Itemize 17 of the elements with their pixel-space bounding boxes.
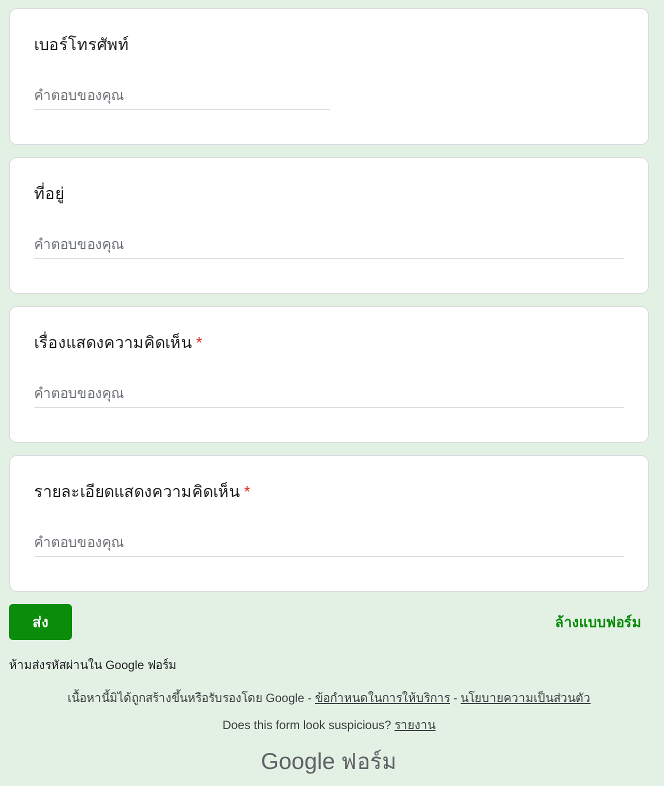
forms-logo[interactable]: Google ฟอร์ม xyxy=(260,744,398,779)
answer-field[interactable]: คำตอบของคุณ xyxy=(34,385,624,408)
answer-field[interactable]: คำตอบของคุณ xyxy=(34,236,624,259)
submit-button[interactable]: ส่ง xyxy=(9,604,72,640)
footer-link[interactable]: นโยบายความเป็นส่วนตัว xyxy=(460,691,591,705)
footer-link[interactable]: ข้อกำหนดในการให้บริการ xyxy=(315,691,450,705)
required-mark: * xyxy=(196,335,202,352)
answer-field[interactable]: คำตอบของคุณ xyxy=(34,534,624,557)
report-text: Does this form look suspicious? รายงาน xyxy=(222,717,436,734)
clear-form-button[interactable]: ล้างแบบฟอร์ม xyxy=(547,603,649,641)
question-title: รายละเอียดแสดงความคิดเห็น xyxy=(34,484,240,501)
question-title: เบอร์โทรศัพท์ xyxy=(34,37,129,54)
disclaimer-text: เนื้อหานี้มิได้ถูกสร้างขึ้นหรือรับรองโดย Google - ข้อกำหนดในการให้บริการ - นโยบายความเป็นส่วนตัว xyxy=(67,688,591,707)
required-mark: * xyxy=(244,484,250,501)
password-warning: ห้ามส่งรหัสผ่านใน Google ฟอร์ม xyxy=(9,657,178,674)
answer-field[interactable]: คำตอบของคุณ xyxy=(34,87,330,110)
footer-link[interactable]: รายงาน xyxy=(394,718,436,732)
